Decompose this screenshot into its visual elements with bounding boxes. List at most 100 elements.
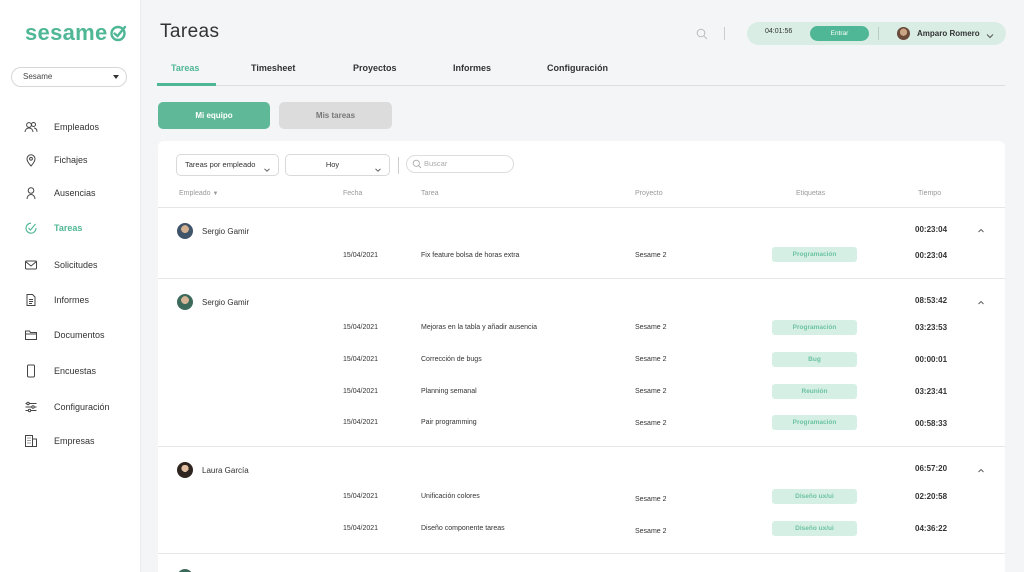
search-icon[interactable]: [696, 27, 708, 45]
task-date: 15/04/2021: [343, 324, 379, 331]
task-tag: Diseño ux/ui: [772, 521, 857, 536]
task-project: Sesame 2: [635, 324, 667, 331]
task-tag: Programación: [772, 415, 857, 430]
sidebar-item-empleados[interactable]: Empleados: [24, 118, 99, 136]
column-header-time: Tiempo: [918, 190, 942, 197]
sidebar-item-tareas[interactable]: Tareas: [24, 219, 82, 237]
sidebar-item-label: Informes: [54, 295, 90, 305]
group-by-value: Tareas por empleado: [185, 160, 256, 169]
chevron-down-icon[interactable]: [985, 28, 995, 46]
group-divider: [158, 278, 1005, 279]
period-select[interactable]: Hoy: [285, 154, 390, 176]
tab-proyectos[interactable]: Proyectos: [353, 63, 397, 73]
tab-informes[interactable]: Informes: [453, 63, 491, 73]
sidebar-item-informes[interactable]: Informes: [24, 291, 89, 309]
avatar: [177, 294, 193, 310]
task-name[interactable]: Pair programming: [421, 419, 477, 426]
sidebar-item-documentos[interactable]: Documentos: [24, 326, 105, 344]
chevron-up-icon[interactable]: [976, 295, 986, 313]
task-tag: Diseño ux/ui: [772, 489, 857, 504]
mi-equipo-button[interactable]: Mi equipo: [158, 102, 270, 129]
task-project: Sesame 2: [635, 252, 667, 259]
active-tab-indicator: [157, 83, 216, 86]
task-time: 03:23:53: [915, 323, 948, 332]
task-tag: Programación: [772, 320, 857, 335]
sidebar-item-label: Encuestas: [54, 366, 97, 376]
sidebar-item-fichajes[interactable]: Fichajes: [24, 151, 88, 169]
task-name[interactable]: Mejoras en la tabla y añadir ausencia: [421, 324, 537, 331]
sesame-logo[interactable]: sesame: [25, 20, 127, 46]
task-date: 15/04/2021: [343, 252, 379, 259]
user-menu-name[interactable]: Amparo Romero: [917, 29, 980, 38]
employee-name: Laura García: [202, 466, 249, 475]
mis-tareas-button[interactable]: Mis tareas: [279, 102, 392, 129]
sliders-icon: [24, 400, 38, 414]
tab-configuracion[interactable]: Configuración: [547, 63, 608, 73]
sidebar-item-ausencias[interactable]: Ausencias: [24, 184, 96, 202]
task-time: 00:23:04: [915, 251, 948, 260]
sidebar-item-label: Documentos: [54, 330, 105, 340]
tasks-icon: [24, 221, 38, 235]
group-divider: [158, 553, 1005, 554]
task-project: Sesame 2: [635, 528, 667, 535]
sidebar: sesame Sesame Empleados Fichajes Ausenci…: [0, 0, 141, 572]
clock-widget: 04:01:56 Entrar Amparo Romero: [747, 22, 1006, 45]
chevron-down-icon: [263, 162, 271, 182]
sidebar-item-solicitudes[interactable]: Solicitudes: [24, 256, 98, 274]
task-project: Sesame 2: [635, 420, 667, 427]
chevron-up-icon[interactable]: [976, 463, 986, 481]
task-project: Sesame 2: [635, 496, 667, 503]
chevron-up-icon[interactable]: [976, 223, 986, 241]
task-name[interactable]: Unificación colores: [421, 493, 480, 500]
sidebar-item-empresas[interactable]: Empresas: [24, 432, 95, 450]
clock-time: 04:01:56: [765, 28, 793, 35]
task-date: 15/04/2021: [343, 388, 379, 395]
employee-name: Sergio Gamir: [202, 227, 250, 236]
task-name[interactable]: Diseño componente tareas: [421, 525, 505, 532]
sidebar-item-configuracion[interactable]: Configuración: [24, 398, 110, 416]
folder-icon: [24, 328, 38, 342]
task-name[interactable]: Fix feature bolsa de horas extra: [421, 252, 519, 259]
filter-divider: [398, 157, 399, 174]
task-tag: Reunión: [772, 384, 857, 399]
tab-timesheet[interactable]: Timesheet: [251, 63, 295, 73]
company-select-value: Sesame: [23, 72, 53, 81]
person-icon: [24, 186, 38, 200]
task-name[interactable]: Planning semanal: [421, 388, 477, 395]
avatar: [177, 223, 193, 239]
phone-icon: [24, 364, 38, 378]
avatar: [177, 462, 193, 478]
clock-divider: [878, 27, 879, 40]
sort-down-icon: ▼: [212, 191, 219, 197]
task-date: 15/04/2021: [343, 493, 379, 500]
task-name[interactable]: Corrección de bugs: [421, 356, 482, 363]
column-header-employee[interactable]: Empleado ▼: [179, 190, 218, 197]
sidebar-item-label: Empleados: [54, 122, 100, 132]
task-time: 04:36:22: [915, 524, 948, 533]
sidebar-item-encuestas[interactable]: Encuestas: [24, 362, 96, 380]
company-select[interactable]: Sesame: [11, 67, 127, 87]
logo-check-icon: [109, 25, 126, 42]
tasks-table-card: Tareas por empleado Hoy Buscar Empleado …: [158, 141, 1005, 572]
location-pin-icon: [24, 153, 38, 167]
task-project: Sesame 2: [635, 356, 667, 363]
mail-icon: [24, 258, 38, 272]
sidebar-item-label: Tareas: [54, 223, 83, 233]
sidebar-item-label: Configuración: [54, 402, 110, 412]
column-header-project: Proyecto: [635, 190, 663, 197]
search-input[interactable]: Buscar: [406, 155, 514, 173]
group-by-select[interactable]: Tareas por empleado: [176, 154, 279, 176]
building-icon: [24, 434, 38, 448]
entrar-button[interactable]: Entrar: [810, 26, 869, 41]
task-project: Sesame 2: [635, 388, 667, 395]
avatar: [897, 27, 910, 40]
employee-total-time: 06:57:20: [915, 464, 948, 473]
column-header-date: Fecha: [343, 190, 363, 197]
document-icon: [24, 293, 38, 307]
column-header-label: Empleado: [179, 190, 211, 197]
chevron-down-icon: [374, 162, 382, 182]
task-date: 15/04/2021: [343, 419, 379, 426]
sidebar-item-label: Solicitudes: [54, 260, 98, 270]
tab-tareas[interactable]: Tareas: [171, 63, 199, 73]
sidebar-item-label: Empresas: [54, 436, 95, 446]
